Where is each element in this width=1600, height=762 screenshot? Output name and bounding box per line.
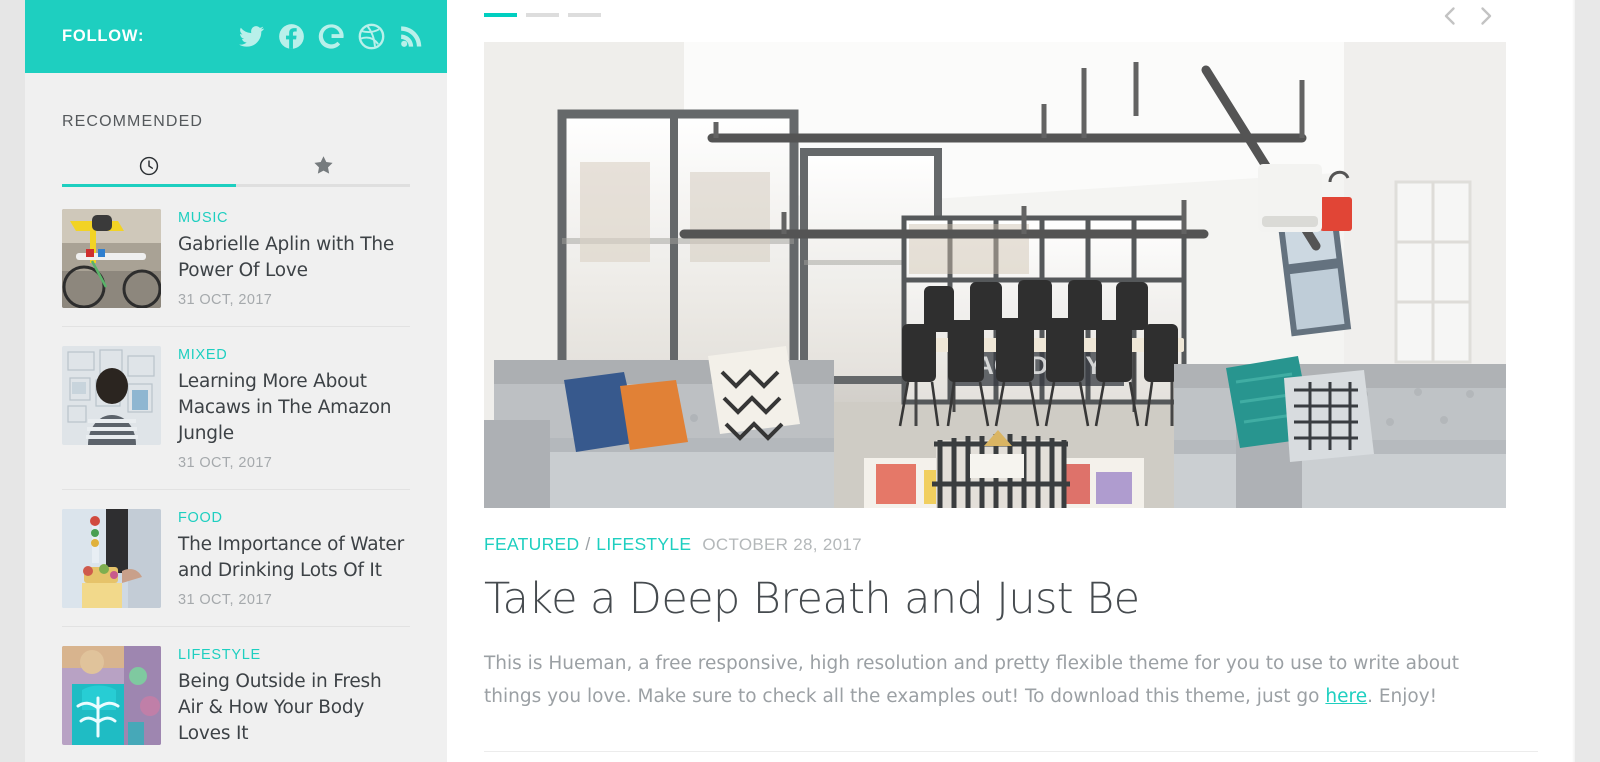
post-date: OCTOBER 28, 2017	[702, 535, 862, 554]
slider-indicator-list	[484, 13, 1575, 17]
sidebar: FOLLOW: RECOMMENDED MUSIC Gabrielle Apli…	[25, 0, 447, 762]
list-item-body: FOOD The Importance of Water and Drinkin…	[178, 509, 410, 608]
thumbnail-image	[62, 209, 161, 308]
thumbnail-image	[62, 646, 161, 745]
google-icon[interactable]	[318, 23, 345, 50]
post-excerpt-link[interactable]: here	[1325, 686, 1367, 707]
slider-nav	[1437, 1, 1499, 31]
list-item[interactable]: FOOD The Importance of Water and Drinkin…	[62, 490, 410, 627]
recent-tab[interactable]	[62, 149, 236, 187]
list-item-title[interactable]: Gabrielle Aplin with The Power Of Love	[178, 232, 410, 284]
thumbnail-image	[62, 509, 161, 608]
recommended-heading: RECOMMENDED	[62, 113, 203, 130]
left-gutter	[0, 0, 25, 762]
main-content: ACADEMY FEATURED / LIFESTYLE OCTOBER 28,…	[447, 0, 1575, 762]
facebook-icon[interactable]	[278, 23, 305, 50]
clock-icon	[138, 155, 160, 182]
dribbble-icon[interactable]	[358, 23, 385, 50]
list-item-date: 31 OCT, 2017	[178, 592, 273, 608]
rss-icon[interactable]	[398, 23, 425, 50]
list-item[interactable]: MUSIC Gabrielle Aplin with The Power Of …	[62, 187, 410, 327]
chevron-left-icon[interactable]	[1437, 1, 1463, 31]
post-category-featured[interactable]: FEATURED	[484, 534, 579, 555]
featured-image[interactable]: ACADEMY	[484, 42, 1506, 508]
social-icon-list	[238, 23, 425, 50]
recommended-section: RECOMMENDED	[25, 113, 447, 187]
post-title[interactable]: Take a Deep Breath and Just Be	[484, 573, 1538, 625]
list-item[interactable]: LIFESTYLE Being Outside in Fresh Air & H…	[62, 627, 410, 762]
follow-bar: FOLLOW:	[25, 0, 447, 73]
slider-indicator-2[interactable]	[526, 13, 559, 17]
list-item-title[interactable]: Learning More About Macaws in The Amazon…	[178, 369, 410, 447]
list-item[interactable]: MIXED Learning More About Macaws in The …	[62, 327, 410, 490]
post-category-separator: /	[585, 534, 591, 554]
list-item-category[interactable]: FOOD	[178, 510, 410, 526]
tab-underline-active	[62, 184, 236, 187]
slider-header	[447, 0, 1575, 34]
popular-tab[interactable]	[236, 149, 410, 187]
right-gutter	[1575, 0, 1600, 762]
list-item-category[interactable]: MIXED	[178, 347, 410, 363]
post-excerpt: This is Hueman, a free responsive, high …	[484, 647, 1494, 713]
twitter-icon[interactable]	[238, 23, 265, 50]
post-category-lifestyle[interactable]: LIFESTYLE	[596, 534, 691, 555]
recommended-tabs	[62, 149, 410, 187]
list-item-date: 31 OCT, 2017	[178, 455, 273, 471]
list-item-date: 31 OCT, 2017	[178, 292, 273, 308]
slider-indicator-1[interactable]	[484, 13, 517, 17]
list-item-title[interactable]: The Importance of Water and Drinking Lot…	[178, 532, 410, 584]
list-item-category[interactable]: LIFESTYLE	[178, 647, 410, 663]
list-item-body: MUSIC Gabrielle Aplin with The Power Of …	[178, 209, 410, 308]
list-item-category[interactable]: MUSIC	[178, 210, 410, 226]
page-root: FOLLOW: RECOMMENDED MUSIC Gabrielle Apli…	[0, 0, 1600, 762]
post-meta: FEATURED / LIFESTYLE OCTOBER 28, 2017	[484, 534, 1538, 555]
content-divider	[484, 751, 1538, 752]
list-item-body: MIXED Learning More About Macaws in The …	[178, 346, 410, 471]
list-item-title[interactable]: Being Outside in Fresh Air & How Your Bo…	[178, 669, 410, 747]
chevron-right-icon[interactable]	[1473, 1, 1499, 31]
star-icon	[312, 154, 335, 182]
slider-indicator-3[interactable]	[568, 13, 601, 17]
thumbnail-image	[62, 346, 161, 445]
list-item-body: LIFESTYLE Being Outside in Fresh Air & H…	[178, 646, 410, 755]
post-excerpt-part2: . Enjoy!	[1367, 686, 1438, 707]
follow-label: FOLLOW:	[62, 27, 145, 45]
recommended-list: MUSIC Gabrielle Aplin with The Power Of …	[25, 187, 447, 762]
post-excerpt-part1: This is Hueman, a free responsive, high …	[484, 653, 1460, 707]
